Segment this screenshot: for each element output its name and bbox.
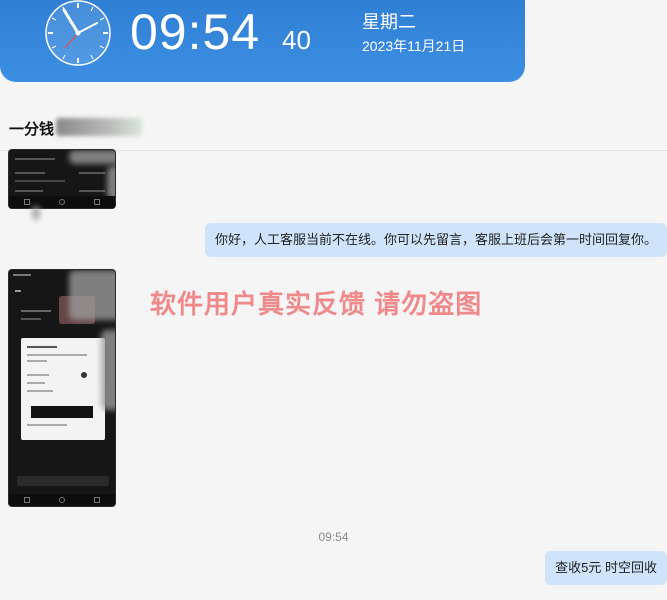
phone-screenshot-2[interactable]: [9, 270, 115, 506]
digital-time: 09:54: [130, 4, 261, 60]
weekday-label: 星期二: [362, 12, 416, 32]
watermark-text: 软件用户真实反馈 请勿盗图: [150, 289, 483, 319]
message-timestamp: 09:54: [318, 530, 349, 544]
redacted-name-patch: [56, 118, 142, 136]
phone-screenshot-1[interactable]: [9, 150, 115, 208]
contact-name[interactable]: 一分钱: [9, 118, 54, 139]
redaction-smudge: [32, 206, 40, 220]
digital-seconds: 40: [282, 25, 311, 55]
clock-header: 09:54 40 星期二 2023年11月21日: [0, 0, 525, 82]
message-bubble-payment: 查收5元 时空回收: [545, 551, 667, 585]
analog-clock-icon: [45, 0, 111, 66]
date-label: 2023年11月21日: [362, 38, 466, 54]
dialog-preview: [21, 338, 105, 440]
message-bubble-auto-reply: 你好，人工客服当前不在线。你可以先留言，客服上班后会第一时间回复你。: [204, 223, 667, 257]
